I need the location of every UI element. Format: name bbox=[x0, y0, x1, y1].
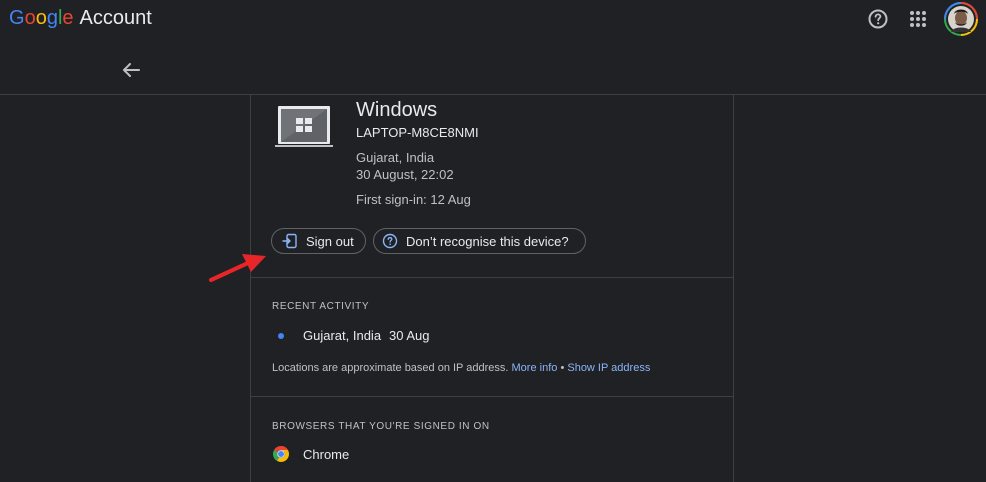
device-hostname: LAPTOP-M8CE8NMI bbox=[356, 125, 479, 140]
logo-letter: o bbox=[24, 7, 36, 29]
logo-letter: G bbox=[9, 7, 25, 29]
device-os-title: Windows bbox=[356, 99, 438, 121]
avatar-image bbox=[944, 2, 978, 36]
dont-recognise-device-button[interactable]: Don’t recognise this device? bbox=[373, 228, 586, 254]
browsers-heading: BROWSERS THAT YOU'RE SIGNED IN ON bbox=[272, 421, 490, 432]
device-last-active: 30 August, 22:02 bbox=[356, 167, 454, 182]
top-bar: G o o g l e Account bbox=[0, 0, 986, 38]
arrow-left-icon bbox=[123, 63, 140, 77]
logo-letter: e bbox=[62, 7, 74, 29]
chrome-icon bbox=[272, 446, 290, 463]
sign-out-label: Sign out bbox=[306, 233, 354, 249]
back-button[interactable] bbox=[119, 58, 143, 82]
device-card: Windows LAPTOP-M8CE8NMI Gujarat, India 3… bbox=[250, 95, 734, 482]
avatar[interactable] bbox=[944, 2, 978, 36]
help-circle-icon bbox=[382, 233, 398, 249]
apps-grid-icon bbox=[910, 11, 926, 27]
recent-activity-heading: RECENT ACTIVITY bbox=[272, 301, 370, 312]
location-note-text: Locations are approximate based on IP ad… bbox=[272, 362, 509, 374]
laptop-icon bbox=[275, 106, 333, 147]
device-location: Gujarat, India bbox=[356, 150, 435, 165]
help-circle-icon bbox=[868, 9, 888, 29]
more-info-link[interactable]: More info bbox=[512, 362, 558, 374]
activity-location: Gujarat, India bbox=[303, 328, 382, 343]
location-note: Locations are approximate based on IP ad… bbox=[272, 362, 650, 374]
annotation-arrow-icon bbox=[209, 254, 266, 282]
google-account-logo[interactable]: G o o g l e Account bbox=[9, 7, 152, 30]
divider bbox=[251, 277, 733, 278]
activity-date: 30 Aug bbox=[389, 328, 430, 343]
device-first-signin: First sign-in: 12 Aug bbox=[356, 192, 471, 207]
google-apps-button[interactable] bbox=[906, 7, 930, 31]
product-name: Account bbox=[79, 7, 152, 29]
page: G o o g l e Account Windows LAPTOP-M8CE8… bbox=[0, 0, 986, 482]
show-ip-address-link[interactable]: Show IP address bbox=[567, 362, 650, 374]
browser-item-chrome[interactable]: Chrome bbox=[303, 447, 349, 462]
logo-letter: o bbox=[35, 7, 47, 29]
link-separator: • bbox=[560, 362, 565, 374]
sign-out-button[interactable]: Sign out bbox=[271, 228, 366, 254]
dont-recognise-label: Don’t recognise this device? bbox=[406, 233, 569, 249]
divider bbox=[251, 396, 733, 397]
subheader bbox=[0, 38, 986, 95]
sign-out-icon bbox=[282, 233, 297, 249]
activity-dot bbox=[278, 333, 284, 339]
logo-letter: g bbox=[46, 7, 58, 29]
help-button[interactable] bbox=[866, 7, 890, 31]
